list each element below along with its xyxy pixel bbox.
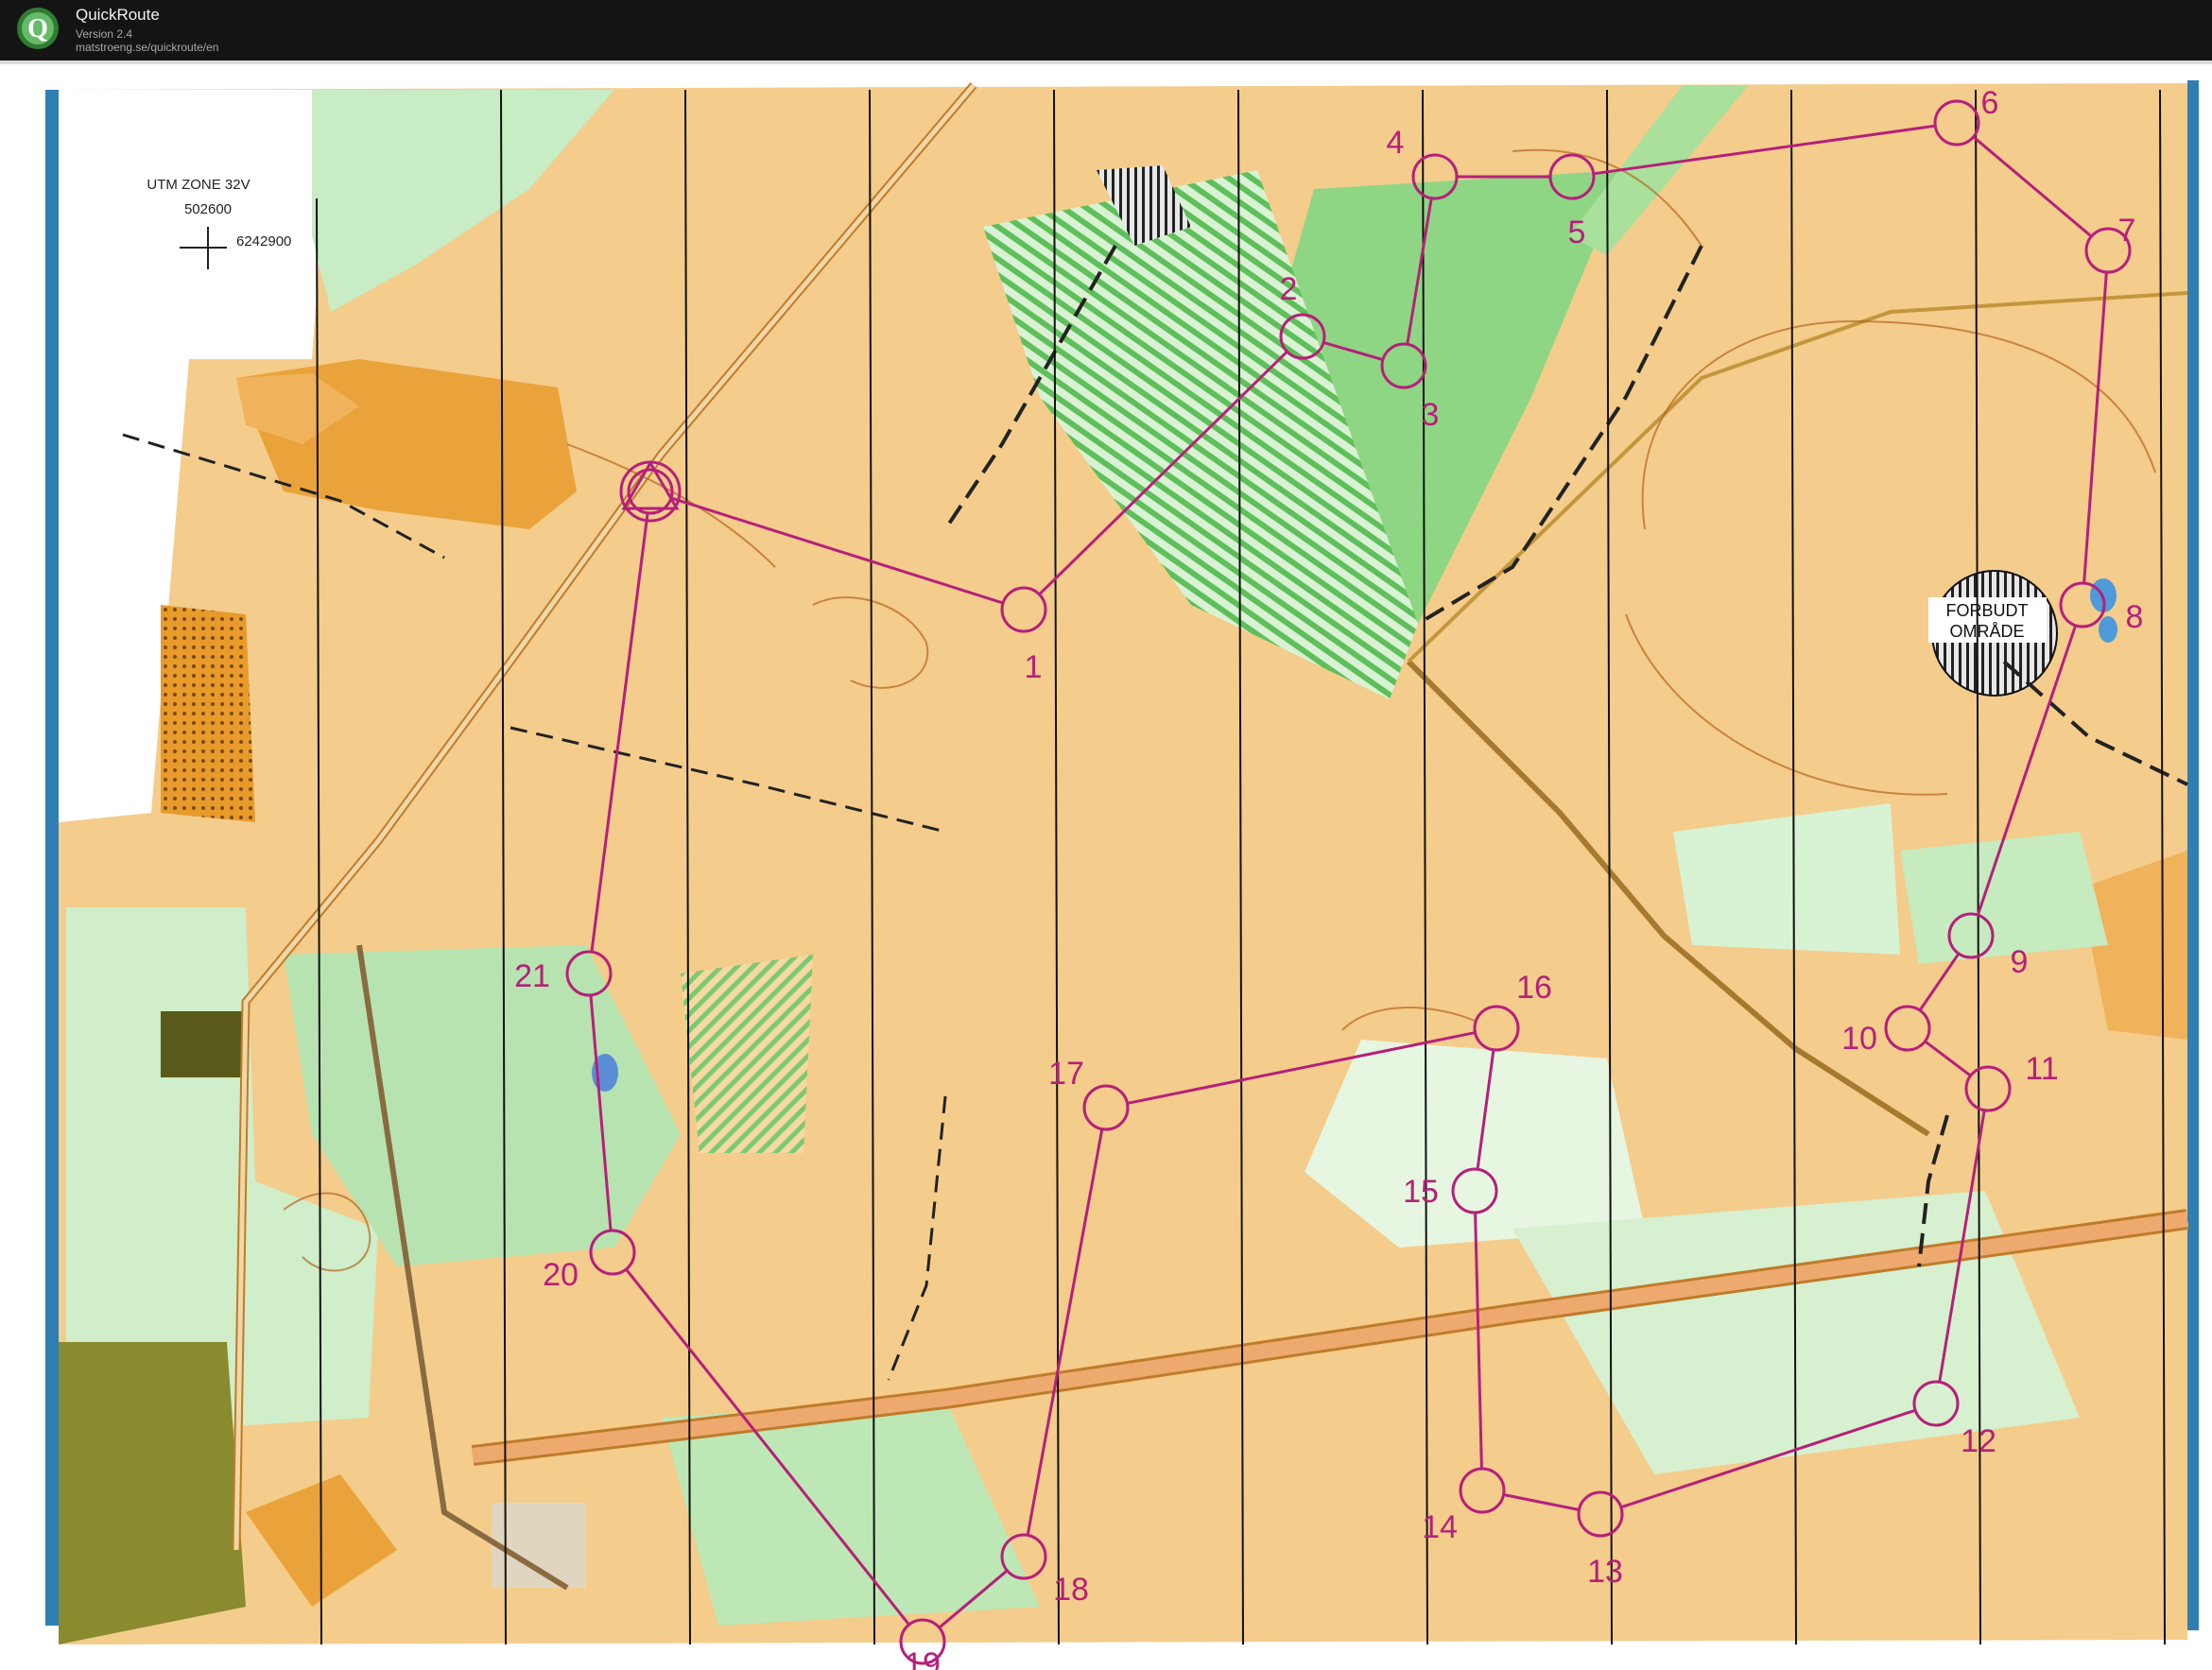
- utm-northing: 6242900: [236, 233, 291, 250]
- utm-zone-label: UTM ZONE 32V: [147, 177, 250, 193]
- clearing: [1900, 832, 2108, 964]
- app-version: Version 2.4: [76, 27, 133, 41]
- control-number-8: 8: [2126, 599, 2144, 635]
- app-title: QuickRoute: [76, 6, 160, 24]
- map-border-right: [2187, 80, 2199, 1630]
- forbidden-label-line2: OMRÅDE: [1949, 622, 2024, 641]
- control-number-5: 5: [1568, 215, 1586, 250]
- control-number-4: 4: [1387, 125, 1405, 161]
- control-number-21: 21: [514, 958, 550, 994]
- quickroute-logo-icon: Q: [17, 8, 59, 49]
- control-number-16: 16: [1516, 970, 1552, 1006]
- control-number-14: 14: [1422, 1509, 1458, 1545]
- control-number-3: 3: [1422, 397, 1440, 433]
- control-number-19: 19: [905, 1646, 941, 1670]
- control-number-18: 18: [1053, 1572, 1089, 1608]
- control-number-11: 11: [2025, 1051, 2058, 1087]
- control-number-12: 12: [1961, 1423, 1996, 1459]
- control-number-2: 2: [1280, 271, 1298, 307]
- orienteering-map[interactable]: FORBUDT OMRÅDE UTM ZONE 32V 502600 62429…: [0, 64, 2212, 1670]
- svg-text:Q: Q: [27, 14, 48, 43]
- control-number-20: 20: [543, 1257, 579, 1293]
- control-number-13: 13: [1587, 1554, 1623, 1590]
- pond: [2099, 616, 2117, 643]
- settlement: [59, 1342, 246, 1644]
- undergrowth: [681, 955, 813, 1153]
- control-number-15: 15: [1403, 1174, 1439, 1210]
- building: [161, 1011, 246, 1077]
- control-number-7: 7: [2118, 213, 2136, 249]
- control-number-6: 6: [1981, 85, 1999, 121]
- control-number-17: 17: [1048, 1056, 1084, 1092]
- control-number-9: 9: [2011, 944, 2029, 980]
- cultivated-land: [161, 605, 255, 822]
- map-border-left: [45, 90, 59, 1626]
- forbidden-label-line1: FORBUDT: [1946, 601, 2029, 620]
- control-number-1: 1: [1025, 649, 1043, 685]
- title-bar: Q QuickRoute Version 2.4 matstroeng.se/q…: [0, 0, 2212, 60]
- control-number-10: 10: [1841, 1021, 1877, 1057]
- utm-easting: 502600: [184, 201, 232, 217]
- app-url: matstroeng.se/quickroute/en: [76, 41, 219, 54]
